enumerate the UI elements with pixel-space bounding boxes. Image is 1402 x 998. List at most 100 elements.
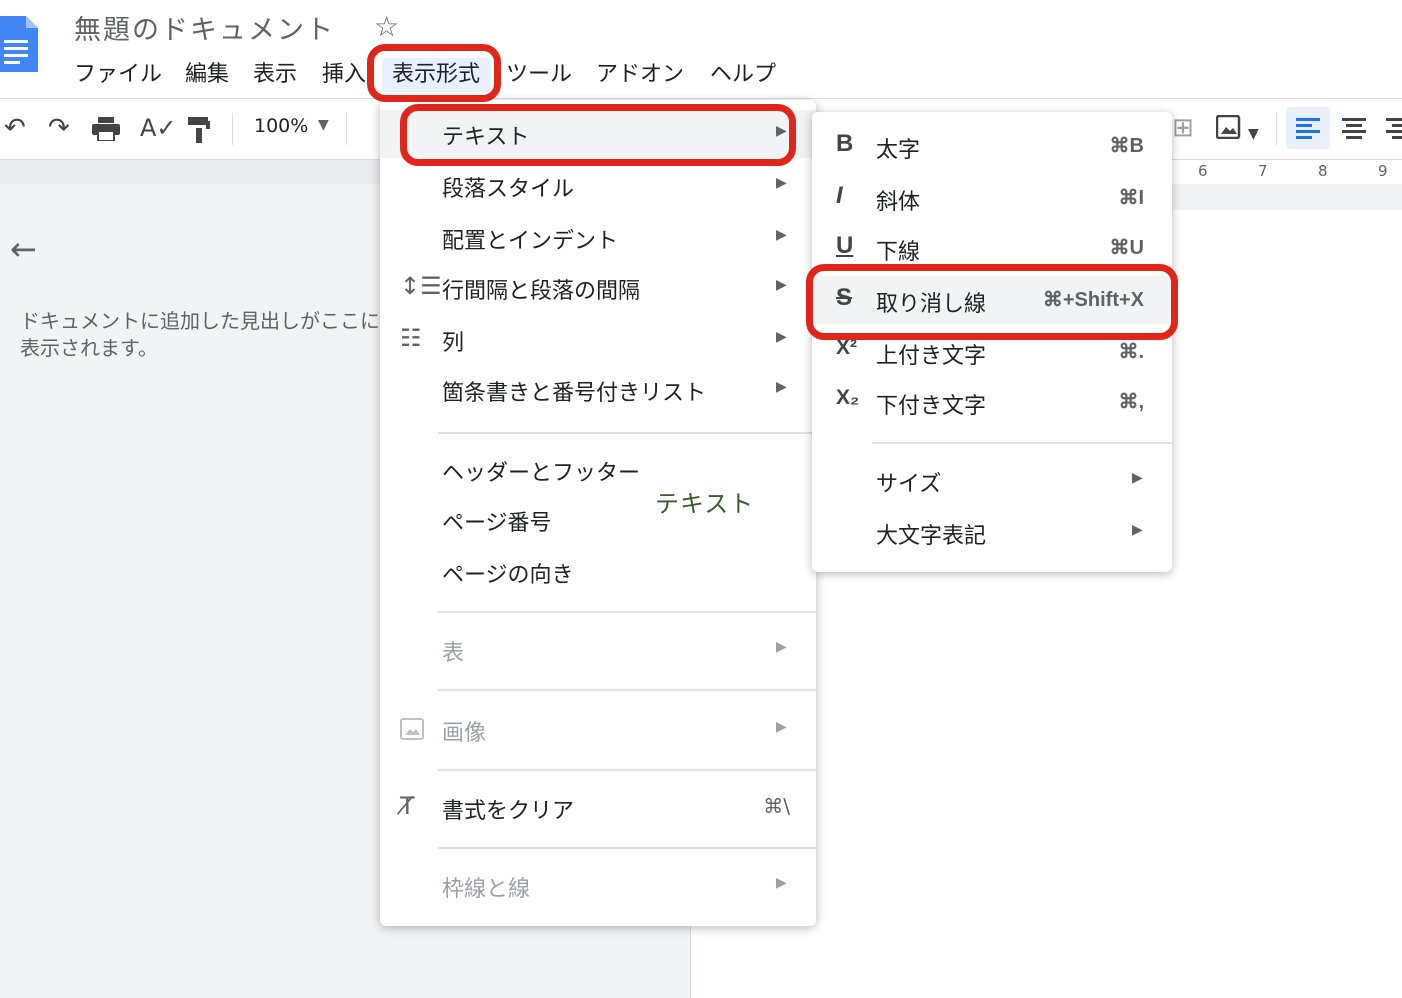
menu-item-label: 段落スタイル: [442, 177, 575, 202]
menu-item-label: 上付き文字: [876, 344, 987, 369]
submenu-arrow-icon: ▶: [776, 227, 787, 243]
format-menu-item-line-spacing[interactable]: ↕☰ 行間隔と段落の間隔 ▶: [380, 264, 816, 312]
document-title[interactable]: 無題のドキュメント: [74, 8, 335, 47]
menu-divider: [872, 442, 1172, 444]
menu-view[interactable]: 表示: [253, 58, 297, 92]
menu-item-label: サイズ: [876, 472, 942, 497]
submenu-arrow-icon: ▶: [776, 639, 787, 655]
menu-item-label: ヘッダーとフッター: [442, 461, 641, 486]
menu-item-shortcut: ⌘.: [1118, 341, 1144, 363]
menu-divider: [438, 769, 816, 771]
menu-insert[interactable]: 挿入: [322, 58, 366, 92]
menu-item-label: 列: [442, 331, 465, 356]
menu-item-label: ページの向き: [442, 563, 574, 588]
menu-help[interactable]: ヘルプ: [710, 58, 776, 92]
menu-edit[interactable]: 編集: [185, 58, 229, 92]
menu-item-label: 取り消し線: [876, 292, 987, 317]
clear-formatting-icon: T̸: [400, 792, 415, 820]
menu-format[interactable]: 表示形式: [382, 58, 491, 92]
format-menu-item-table[interactable]: 表 ▶: [380, 626, 816, 674]
strikethrough-icon: S: [836, 284, 853, 311]
text-submenu-item-size[interactable]: サイズ ▶: [812, 456, 1172, 504]
submenu-arrow-icon: ▶: [776, 277, 787, 293]
star-icon[interactable]: ☆: [374, 10, 399, 43]
submenu-arrow-icon: ▶: [776, 379, 787, 395]
menu-item-shortcut: ⌘+Shift+X: [1042, 289, 1144, 311]
zoom-select[interactable]: 100%: [254, 115, 308, 137]
toolbar-divider: [1276, 113, 1277, 145]
submenu-arrow-icon: ▶: [776, 719, 787, 735]
insert-image-icon[interactable]: [1216, 115, 1242, 139]
menu-item-label: テキスト: [442, 125, 530, 150]
menu-item-label: 枠線と線: [442, 877, 531, 902]
menu-item-label: 斜体: [876, 190, 921, 215]
text-submenu-item-capitalization[interactable]: 大文字表記 ▶: [812, 508, 1172, 556]
menu-item-label: 書式をクリア: [442, 799, 575, 824]
format-menu-item-paragraph-styles[interactable]: 段落スタイル ▶: [380, 162, 816, 210]
align-center-icon[interactable]: [1342, 118, 1366, 140]
format-menu-item-clear-formatting[interactable]: T̸ 書式をクリア ⌘\: [380, 784, 816, 832]
menu-item-shortcut: ⌘B: [1109, 135, 1144, 157]
text-submenu-item-bold[interactable]: B 太字 ⌘B: [812, 122, 1172, 170]
submenu-arrow-icon: ▶: [776, 175, 787, 191]
outline-hint: ドキュメントに追加した見出しがここに表示されます。: [20, 309, 380, 360]
text-submenu-item-italic[interactable]: I 斜体 ⌘I: [812, 174, 1172, 222]
toolbar-divider: [346, 113, 347, 145]
add-comment-icon[interactable]: ⊞: [1172, 113, 1194, 143]
chevron-down-icon[interactable]: ▼: [1248, 119, 1259, 149]
menu-divider: [438, 611, 816, 613]
menu-item-label: 配置とインデント: [442, 229, 619, 254]
docs-logo-icon[interactable]: [0, 16, 38, 72]
ruler-tick: 8: [1318, 162, 1328, 180]
text-submenu-item-strikethrough[interactable]: S 取り消し線 ⌘+Shift+X: [812, 276, 1172, 324]
format-menu-item-image[interactable]: 画像 ▶: [380, 706, 816, 754]
menu-item-label: ページ番号: [442, 511, 552, 536]
menu-tools[interactable]: ツール: [506, 58, 572, 92]
text-submenu-item-underline[interactable]: U 下線 ⌘U: [812, 224, 1172, 272]
subscript-icon: X₂: [836, 386, 860, 409]
menu-addons[interactable]: アドオン: [596, 58, 684, 92]
format-menu-item-align-indent[interactable]: 配置とインデント ▶: [380, 214, 816, 262]
format-menu-item-text[interactable]: テキスト ▶: [380, 110, 816, 158]
ruler[interactable]: 6 7 8 9: [1170, 160, 1402, 184]
menu-item-label: 下付き文字: [876, 394, 987, 419]
menu-item-label: 行間隔と段落の間隔: [442, 279, 641, 304]
submenu-arrow-icon: ▶: [1132, 522, 1143, 538]
bold-icon: B: [836, 130, 854, 157]
align-left-icon[interactable]: [1296, 118, 1320, 140]
spellcheck-icon[interactable]: A✓: [140, 113, 177, 143]
image-icon: [400, 718, 424, 740]
app-header: 無題のドキュメント ☆ ファイル 編集 表示 挿入 表示形式 ツール アドオン …: [0, 0, 1402, 99]
format-menu-item-page-orientation[interactable]: ページの向き: [380, 548, 816, 596]
print-icon[interactable]: [92, 117, 120, 141]
menu-divider: [438, 847, 816, 849]
text-submenu-item-superscript[interactable]: X² 上付き文字 ⌘.: [812, 328, 1172, 376]
menu-file[interactable]: ファイル: [74, 58, 162, 92]
menu-item-label: 表: [442, 641, 465, 666]
menu-item-shortcut: ⌘I: [1118, 187, 1144, 209]
ruler-tick: 6: [1198, 162, 1208, 180]
submenu-arrow-icon: ▶: [776, 123, 787, 139]
line-spacing-icon: ↕☰: [400, 272, 442, 300]
format-menu-item-borders-lines[interactable]: 枠線と線 ▶: [380, 862, 816, 910]
chevron-down-icon[interactable]: ▼: [318, 117, 329, 133]
undo-icon[interactable]: ↶: [4, 113, 26, 143]
annotation-label: テキスト: [655, 490, 755, 518]
menu-item-label: 大文字表記: [876, 524, 987, 549]
text-submenu-item-subscript[interactable]: X₂ 下付き文字 ⌘,: [812, 378, 1172, 426]
menu-item-shortcut: ⌘\: [763, 794, 790, 818]
redo-icon[interactable]: ↷: [48, 113, 70, 143]
toolbar-divider: [232, 113, 233, 145]
paint-format-icon[interactable]: [188, 117, 210, 143]
back-arrow-icon[interactable]: ←: [10, 230, 37, 268]
menu-divider: [438, 689, 816, 691]
menu-item-shortcut: ⌘U: [1109, 237, 1144, 259]
submenu-arrow-icon: ▶: [776, 329, 787, 345]
menu-item-label: 太字: [876, 138, 921, 163]
text-submenu: B 太字 ⌘B I 斜体 ⌘I U 下線 ⌘U S 取り消し線 ⌘+Shift+…: [812, 112, 1172, 572]
align-right-icon[interactable]: [1386, 118, 1402, 140]
italic-icon: I: [836, 182, 843, 209]
columns-icon: ☷: [400, 324, 422, 352]
format-menu-item-bullets-numbering[interactable]: 箇条書きと番号付きリスト ▶: [380, 366, 816, 414]
format-menu-item-columns[interactable]: ☷ 列 ▶: [380, 316, 816, 364]
